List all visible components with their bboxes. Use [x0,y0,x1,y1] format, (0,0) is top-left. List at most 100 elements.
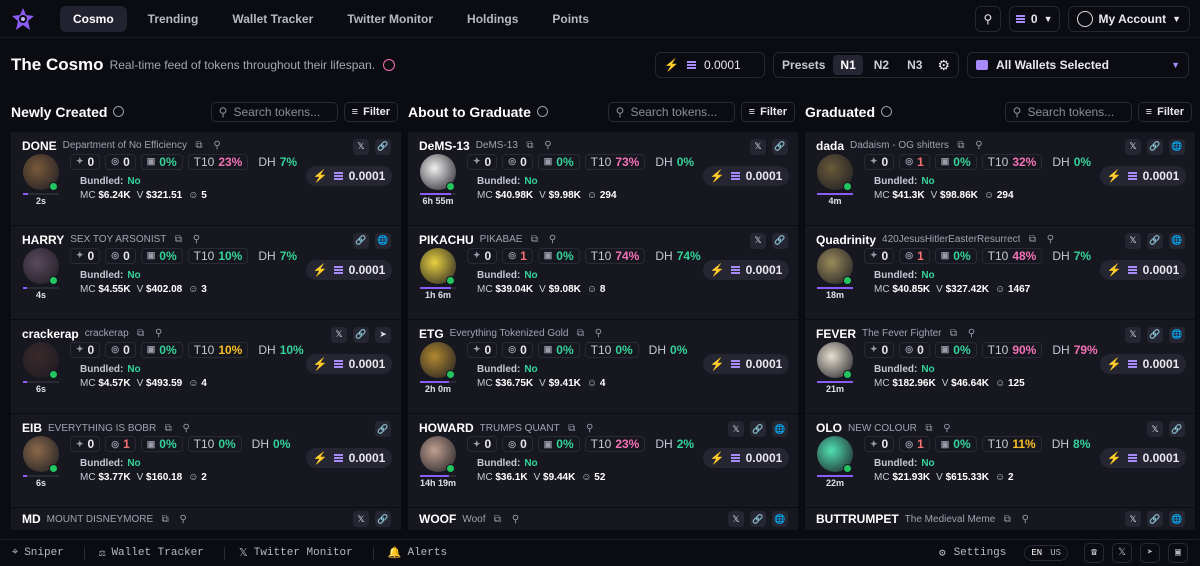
telegram-icon[interactable]: ➤ [1140,543,1160,563]
search-icon[interactable]: ⚲ [510,513,522,525]
token-card[interactable]: MD MOUNT DISNEYMORE ⧉ ⚲ 𝕏 🔗 [11,508,401,531]
quick-buy-button[interactable]: ⚡ 0.0001 [703,448,789,469]
search-icon[interactable]: ⚲ [546,234,558,246]
link-icon[interactable]: 🔗 [750,511,766,528]
token-card[interactable]: DeMS-13 DeMS-13 ⧉ ⚲ 𝕏 🔗 6h 55m ✦ 0 ◎ 0 ▣ 0% T10 73% DH 0… [408,131,798,226]
cosmo-logo-icon[interactable] [10,6,36,32]
globe-icon[interactable]: 🌐 [375,232,391,249]
search-icon[interactable]: ⚲ [966,328,978,340]
nav-tab-wallet-tracker[interactable]: Wallet Tracker [219,6,326,32]
copy-icon[interactable]: ⧉ [1001,513,1013,525]
token-card[interactable]: DONE Department of No Efficiency ⧉ ⚲ 𝕏 🔗 2s ✦ 0 ◎… [11,131,401,226]
info-icon[interactable] [536,106,548,118]
token-card[interactable]: crackerap crackerap ⧉ ⚲ 𝕏 🔗 ➤ 6s ✦ 0 ◎ 0 ▣ 0% T10 10% DH… [11,319,401,415]
search-icon[interactable]: ⚲ [153,328,165,340]
copy-icon[interactable]: ⧉ [955,140,967,152]
quick-buy-button[interactable]: ⚡ 0.0001 [306,353,392,374]
link-icon[interactable]: 🔗 [375,421,391,438]
quick-buy-button[interactable]: ⚡ 0.0001 [1100,165,1186,186]
quick-buy-button[interactable]: ⚡ 0.0001 [306,448,392,469]
globe-icon[interactable]: 🌐 [1169,326,1185,343]
x-icon[interactable]: 𝕏 [331,326,347,343]
preset-n1[interactable]: N1 [833,55,863,75]
wallet-balance-button[interactable]: 0 ▼ [1008,5,1060,32]
info-icon[interactable] [113,106,125,118]
filter-button[interactable]: ≡ Filter [1137,101,1192,122]
footer-alerts[interactable]: 🔔 Alerts [388,546,447,560]
copy-icon[interactable]: ⧉ [159,513,171,525]
telegram-icon[interactable]: ➤ [375,326,391,343]
filter-button[interactable]: ≡ Filter [343,101,398,122]
copy-icon[interactable]: ⧉ [135,328,147,340]
x-icon[interactable]: 𝕏 [1112,543,1132,563]
nav-tab-holdings[interactable]: Holdings [454,6,531,32]
quick-buy-button[interactable]: ⚡ 0.0001 [1100,259,1186,280]
lang-en[interactable]: EN [1031,548,1042,558]
token-card[interactable]: HOWARD TRUMPS QUANT ⧉ ⚲ 𝕏 🔗 🌐 14h 19m ✦ 0 ◎ 0 ▣ 0% T10… [408,414,798,509]
token-card[interactable]: ETG Everything Tokenized Gold ⧉ ⚲ 2h 0m ✦ 0 ◎ 0 ▣… [408,319,798,415]
copy-icon[interactable]: ⧉ [193,140,205,152]
search-icon[interactable]: ⚲ [592,328,604,340]
wallet-selector[interactable]: All Wallets Selected ▼ [967,52,1189,78]
globe-icon[interactable]: 🌐 [1169,511,1185,528]
info-icon[interactable] [383,59,396,71]
token-card[interactable]: BUTTRUMPET The Medieval Meme ⧉ ⚲ 𝕏 🔗 🌐 [805,508,1195,531]
nav-tab-cosmo[interactable]: Cosmo [60,5,127,32]
headset-icon[interactable]: ☎ [1084,543,1104,563]
link-icon[interactable]: 🔗 [1147,138,1163,155]
link-icon[interactable]: 🔗 [1147,511,1163,528]
expand-icon[interactable]: ▣ [1168,543,1188,563]
search-button[interactable]: ⚲ [974,5,1001,32]
search-icon[interactable]: ⚲ [584,422,596,434]
link-icon[interactable]: 🔗 [1147,326,1163,343]
search-icon[interactable]: ⚲ [180,422,192,434]
footer-twitter-monitor[interactable]: 𝕏 Twitter Monitor [239,546,353,560]
copy-icon[interactable]: ⧉ [948,328,960,340]
quick-buy-amount[interactable]: ⚡ 0.0001 [655,52,766,78]
search-icon[interactable]: ⚲ [941,422,953,434]
link-icon[interactable]: 🔗 [1169,421,1185,438]
link-icon[interactable]: 🔗 [772,232,788,249]
settings-link[interactable]: Settings [954,547,1007,559]
preset-n2[interactable]: N2 [867,55,896,75]
copy-icon[interactable]: ⧉ [172,234,184,246]
copy-icon[interactable]: ⧉ [528,234,540,246]
x-icon[interactable]: 𝕏 [1147,421,1163,438]
search-icon[interactable]: ⚲ [1044,234,1056,246]
x-icon[interactable]: 𝕏 [750,138,766,155]
search-icon[interactable]: ⚲ [542,140,554,152]
copy-icon[interactable]: ⧉ [162,422,174,434]
my-account-button[interactable]: My Account ▼ [1067,5,1190,32]
quick-buy-button[interactable]: ⚡ 0.0001 [703,165,789,186]
token-card[interactable]: Quadrinity 420JesusHitlerEasterResurrect ⧉… [805,225,1195,320]
globe-icon[interactable]: 🌐 [772,421,788,438]
link-icon[interactable]: 🔗 [375,138,391,155]
link-icon[interactable]: 🔗 [750,421,766,438]
copy-icon[interactable]: ⧉ [524,140,536,152]
preset-n3[interactable]: N3 [900,55,929,75]
token-card[interactable]: OLO NEW COLOUR ⧉ ⚲ 𝕏 🔗 22m ✦ 0 ◎ 1 ▣ 0% T10 11% DH 8% Bun… [805,414,1195,509]
link-icon[interactable]: 🔗 [375,511,391,528]
x-icon[interactable]: 𝕏 [1125,138,1141,155]
link-icon[interactable]: 🔗 [353,232,369,249]
x-icon[interactable]: 𝕏 [750,232,766,249]
x-icon[interactable]: 𝕏 [1125,511,1141,528]
search-icon[interactable]: ⚲ [177,513,189,525]
globe-icon[interactable]: 🌐 [1169,232,1185,249]
lang-us[interactable]: US [1050,548,1061,558]
token-card[interactable]: PIKACHU PIKABAE ⧉ ⚲ 𝕏 🔗 1h 6m ✦ 0 ◎ 1 ▣ 0% T10 74% DH 74… [408,225,798,320]
quick-buy-button[interactable]: ⚡ 0.0001 [306,259,392,280]
quick-buy-button[interactable]: ⚡ 0.0001 [703,353,789,374]
globe-icon[interactable]: 🌐 [772,511,788,528]
token-search-input[interactable]: ⚲ Search tokens... [1004,101,1132,122]
footer-sniper[interactable]: ⌖ Sniper [12,547,64,559]
link-icon[interactable]: 🔗 [1147,232,1163,249]
x-icon[interactable]: 𝕏 [1125,232,1141,249]
token-card[interactable]: HARRY SEX TOY ARSONIST ⧉ ⚲ 🔗 🌐 4s ✦ 0 ◎ 0 ▣ 0% T10 10%… [11,225,401,320]
copy-icon[interactable]: ⧉ [492,513,504,525]
nav-tab-twitter-monitor[interactable]: Twitter Monitor [334,6,446,32]
copy-icon[interactable]: ⧉ [923,422,935,434]
filter-button[interactable]: ≡ Filter [740,101,795,122]
token-search-input[interactable]: ⚲ Search tokens... [210,101,338,122]
x-icon[interactable]: 𝕏 [353,511,369,528]
